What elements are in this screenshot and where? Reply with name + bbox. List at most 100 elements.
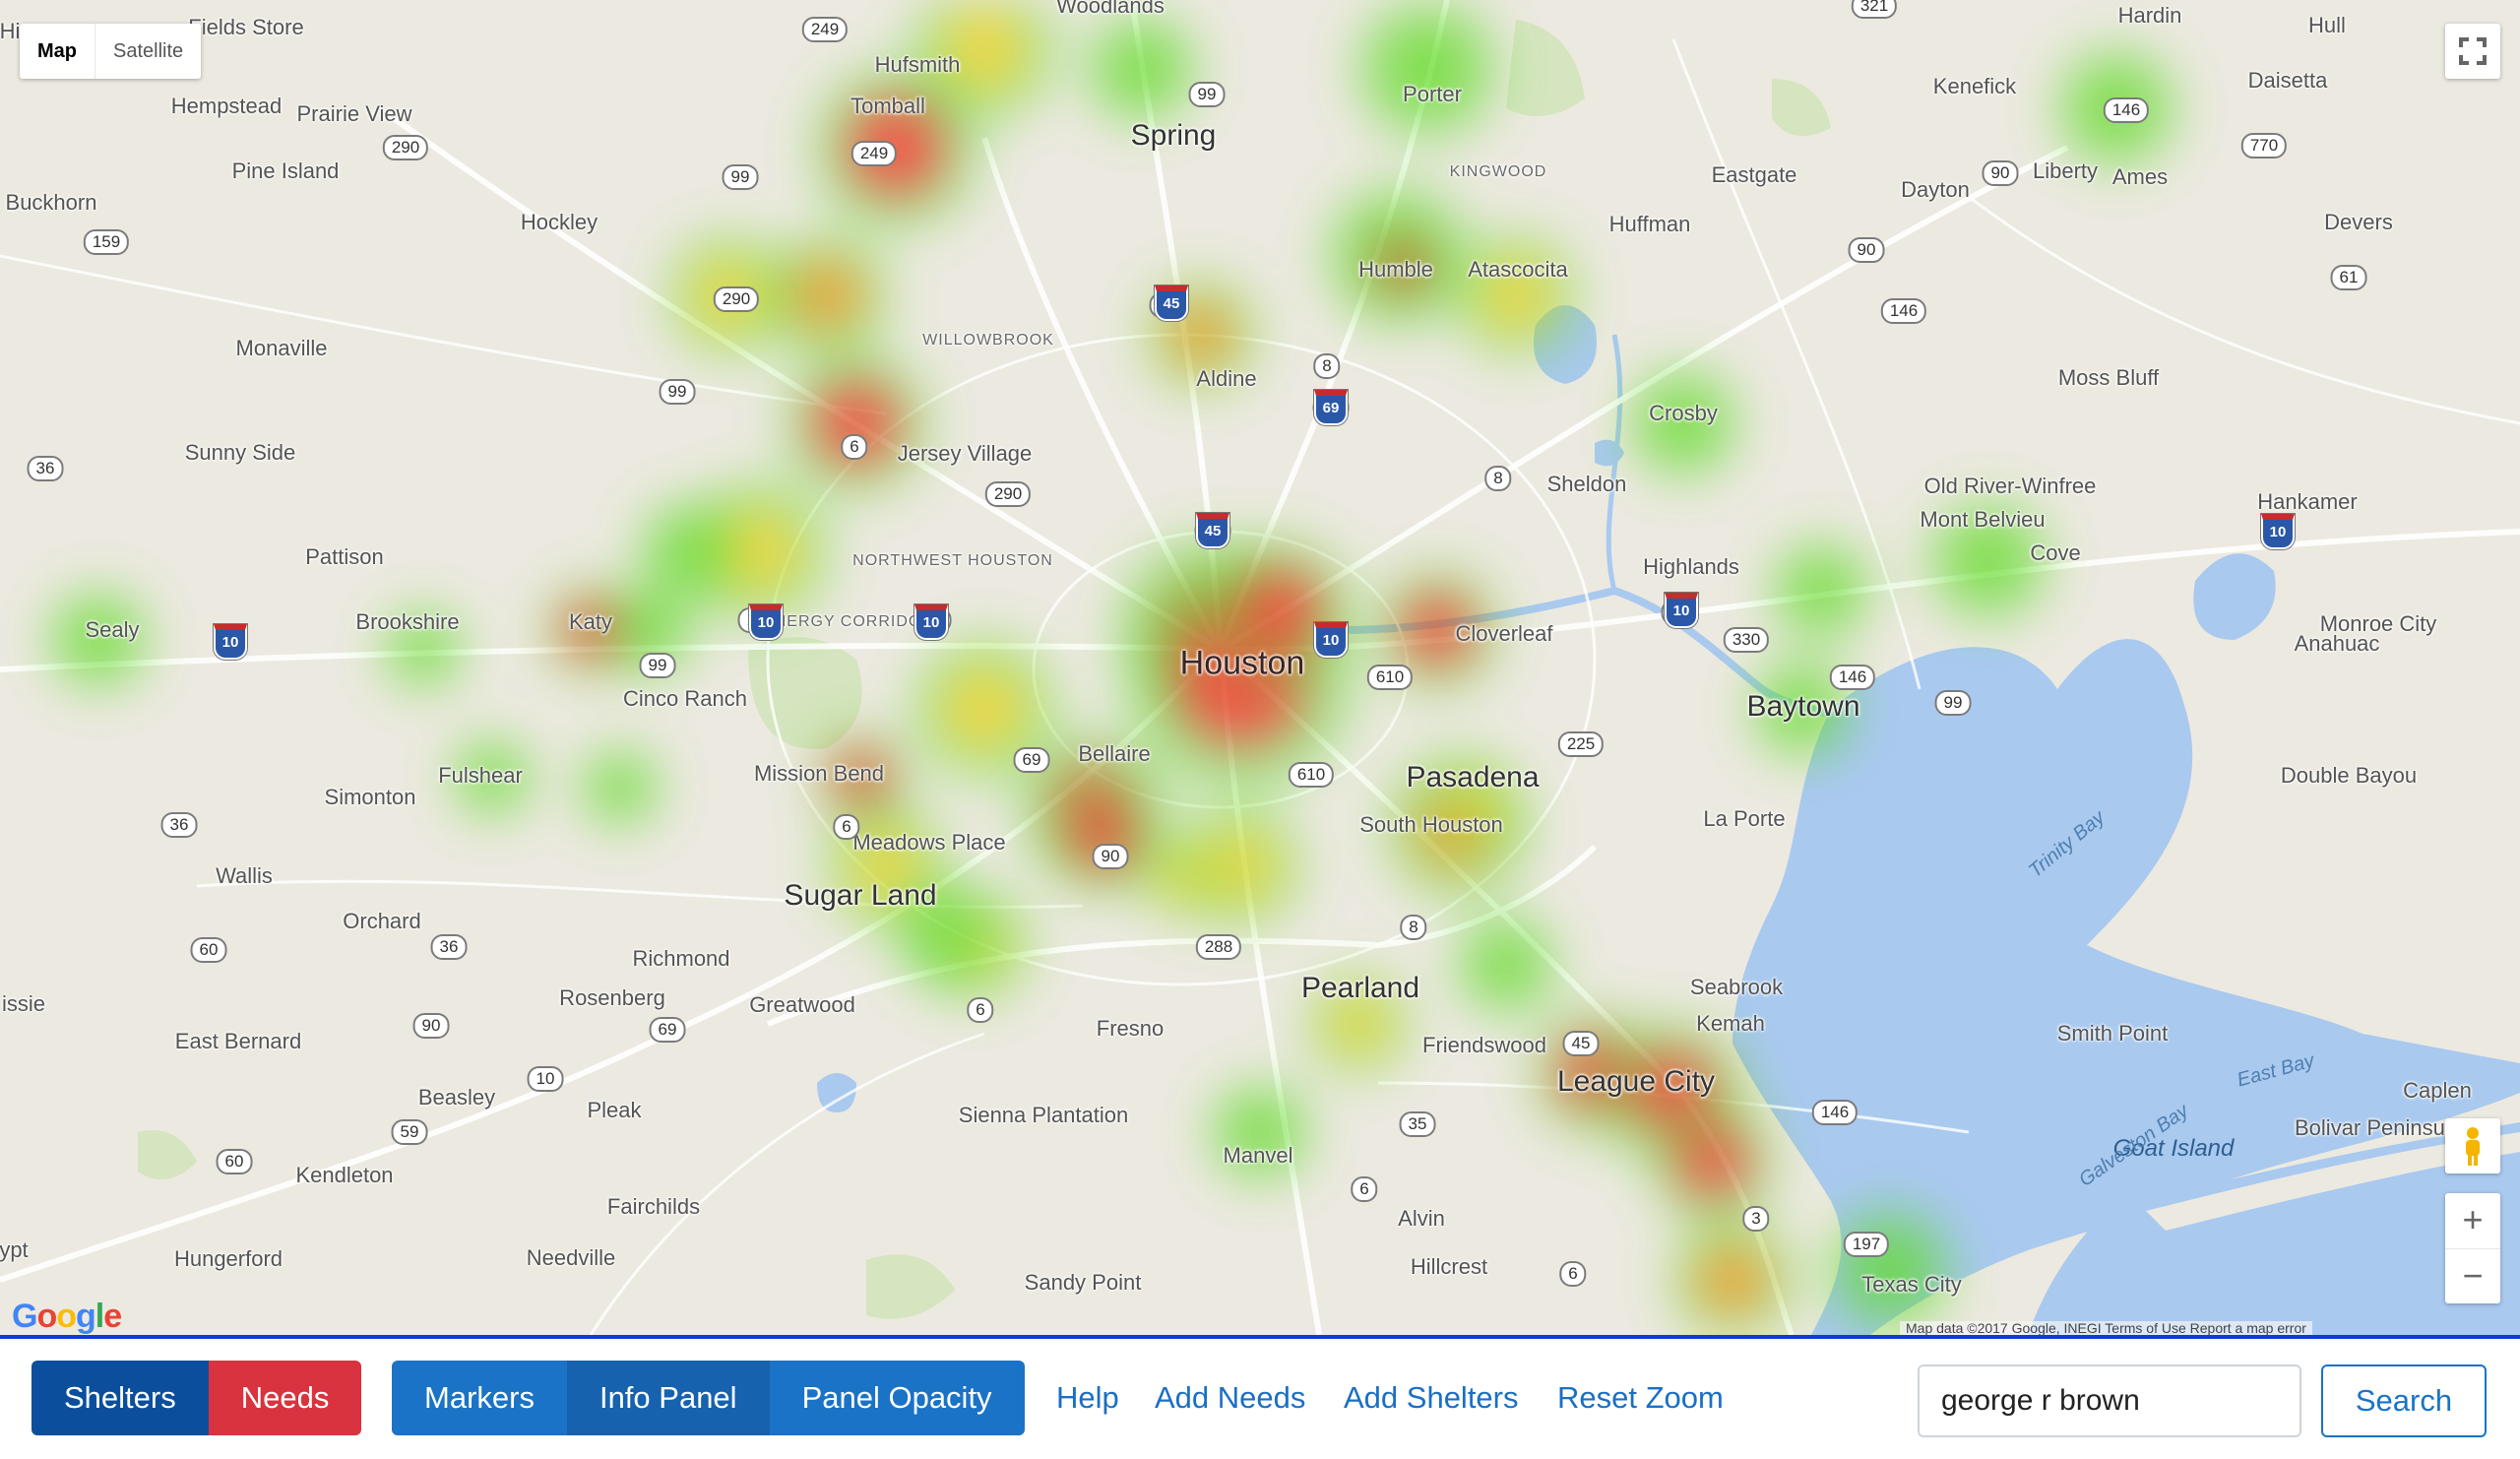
place-label-friendswood: Friendswood	[1422, 1033, 1546, 1057]
place-label-bolivar-peninsula: Bolivar Peninsula	[2295, 1115, 2462, 1140]
search-button[interactable]: Search	[2321, 1364, 2487, 1437]
route-shield: 290	[713, 286, 760, 312]
place-label-hi: Hi	[0, 19, 21, 43]
route-shield: 6	[1559, 1261, 1587, 1287]
place-label-pattison: Pattison	[305, 544, 384, 569]
interstate-shield: 10	[2261, 514, 2295, 549]
place-label-texas-city: Texas City	[1861, 1272, 1962, 1297]
place-label-spring: Spring	[1130, 119, 1217, 152]
route-shield: 69	[1013, 747, 1050, 773]
place-label-sienna-plantation: Sienna Plantation	[958, 1103, 1129, 1127]
place-label-rosenberg: Rosenberg	[559, 985, 665, 1010]
place-label-hungerford: Hungerford	[173, 1246, 284, 1271]
route-shield: 290	[984, 481, 1032, 507]
place-label-needville: Needville	[526, 1245, 616, 1270]
place-label-huffman: Huffman	[1608, 212, 1691, 236]
route-shield: 99	[659, 379, 696, 405]
place-label-pasadena: Pasadena	[1406, 761, 1540, 793]
zoom-out-button[interactable]: −	[2445, 1248, 2500, 1304]
route-shield: 610	[1366, 665, 1414, 690]
search-input[interactable]	[1918, 1364, 2301, 1437]
add-shelters-link[interactable]: Add Shelters	[1344, 1361, 1519, 1435]
reset-zoom-link[interactable]: Reset Zoom	[1557, 1361, 1724, 1435]
place-label-houston: Houston	[1179, 644, 1305, 682]
add-needs-link[interactable]: Add Needs	[1155, 1361, 1305, 1435]
fullscreen-button[interactable]	[2445, 24, 2500, 79]
interstate-shield: 10	[1314, 622, 1348, 658]
interstate-shield: 10	[214, 624, 247, 660]
place-label-highlands: Highlands	[1643, 554, 1739, 579]
route-shield: 249	[850, 141, 898, 166]
map[interactable]: Fields Store Hufsmith Woodlands Porter Hardi…	[0, 0, 2520, 1335]
panel-opacity-button[interactable]: Panel Opacity	[769, 1361, 1025, 1435]
map-type-map-button[interactable]: Map	[20, 24, 94, 79]
help-link[interactable]: Help	[1056, 1361, 1119, 1435]
route-shield: 60	[190, 937, 227, 963]
place-label-mont-belvieu: Mont Belvieu	[1920, 507, 2046, 532]
place-label-caplen: Caplen	[2403, 1078, 2472, 1103]
bottom-toolbar: Shelters Needs Markers Info Panel Panel …	[0, 1335, 2520, 1459]
place-label-brookshire: Brookshire	[355, 609, 460, 634]
route-shield: 610	[1288, 762, 1335, 788]
route-shield: 36	[160, 812, 198, 838]
place-label-hempstead: Hempstead	[170, 94, 283, 118]
place-label-northwest-houston: Northwest Houston	[852, 552, 1053, 569]
place-label-pleak: Pleak	[587, 1098, 642, 1122]
interstate-shield: 69	[1314, 390, 1348, 425]
place-label-cove: Cove	[2030, 540, 2081, 565]
map-type-satellite-button[interactable]: Satellite	[94, 24, 201, 79]
place-label-prairie-view: Prairie View	[296, 101, 412, 126]
interstate-shield: 45	[1196, 513, 1229, 548]
route-shield: 146	[1811, 1100, 1858, 1125]
place-label-kendleton: Kendleton	[295, 1163, 394, 1187]
route-shield: 8	[1400, 915, 1427, 940]
google-logo: Google	[12, 1298, 122, 1335]
place-label-porter: Porter	[1403, 82, 1462, 106]
needs-button[interactable]: Needs	[208, 1361, 362, 1435]
street-view-pegman-button[interactable]	[2445, 1118, 2500, 1174]
place-label-liberty: Liberty	[2032, 159, 2099, 183]
route-shield: 90	[1982, 160, 2019, 186]
place-label-seabrook: Seabrook	[1689, 975, 1784, 999]
map-attribution[interactable]: Map data ©2017 Google, INEGI Terms of Us…	[1900, 1321, 2312, 1335]
place-label-issie: issie	[1, 991, 46, 1016]
route-shield: 6	[967, 997, 994, 1023]
place-label-beasley: Beasley	[417, 1085, 496, 1110]
place-label-mission-bend: Mission Bend	[753, 761, 885, 786]
place-label-manvel: Manvel	[1223, 1143, 1293, 1168]
place-label-wallis: Wallis	[216, 863, 273, 888]
place-label-double-bayou: Double Bayou	[2280, 763, 2418, 788]
route-shield: 90	[1092, 844, 1129, 869]
place-label-fairchilds: Fairchilds	[606, 1194, 701, 1219]
route-shield: 99	[639, 653, 676, 678]
zoom-in-button[interactable]: +	[2445, 1193, 2500, 1248]
route-shield: 99	[1934, 690, 1972, 716]
place-label-fresno: Fresno	[1096, 1016, 1165, 1041]
place-label-simonton: Simonton	[324, 785, 416, 809]
info-panel-button[interactable]: Info Panel	[566, 1361, 770, 1435]
place-label-ames: Ames	[2111, 164, 2169, 189]
route-shield: 90	[1848, 237, 1885, 263]
place-label-hillcrest: Hillcrest	[1410, 1254, 1488, 1279]
place-label-jersey-village: Jersey Village	[897, 441, 1033, 466]
place-label-old-river-winfree: Old River-Winfree	[1923, 474, 2097, 498]
layer-toggle-group: Shelters Needs	[32, 1361, 362, 1435]
route-shield: 45	[1562, 1031, 1600, 1056]
place-label-sealy: Sealy	[85, 617, 140, 642]
route-shield: 6	[841, 434, 868, 460]
route-shield: 249	[801, 17, 849, 42]
shelters-button[interactable]: Shelters	[32, 1361, 209, 1435]
route-shield: 35	[1399, 1111, 1436, 1137]
place-label-daisetta: Daisetta	[2247, 68, 2328, 93]
route-shield: 770	[2240, 133, 2288, 159]
place-label-energy-corridor: Energy Corridor	[763, 613, 934, 630]
route-shield: 36	[27, 456, 64, 481]
zoom-control: + −	[2445, 1193, 2500, 1303]
place-label-anahuac: Anahuac	[2294, 631, 2380, 656]
place-label-la-porte: La Porte	[1703, 806, 1786, 831]
route-shield: 288	[1195, 934, 1242, 960]
place-label-woodlands: Woodlands	[1056, 0, 1165, 18]
markers-button[interactable]: Markers	[392, 1361, 567, 1435]
map-type-control: Map Satellite	[20, 24, 202, 79]
route-shield: 6	[833, 814, 860, 840]
